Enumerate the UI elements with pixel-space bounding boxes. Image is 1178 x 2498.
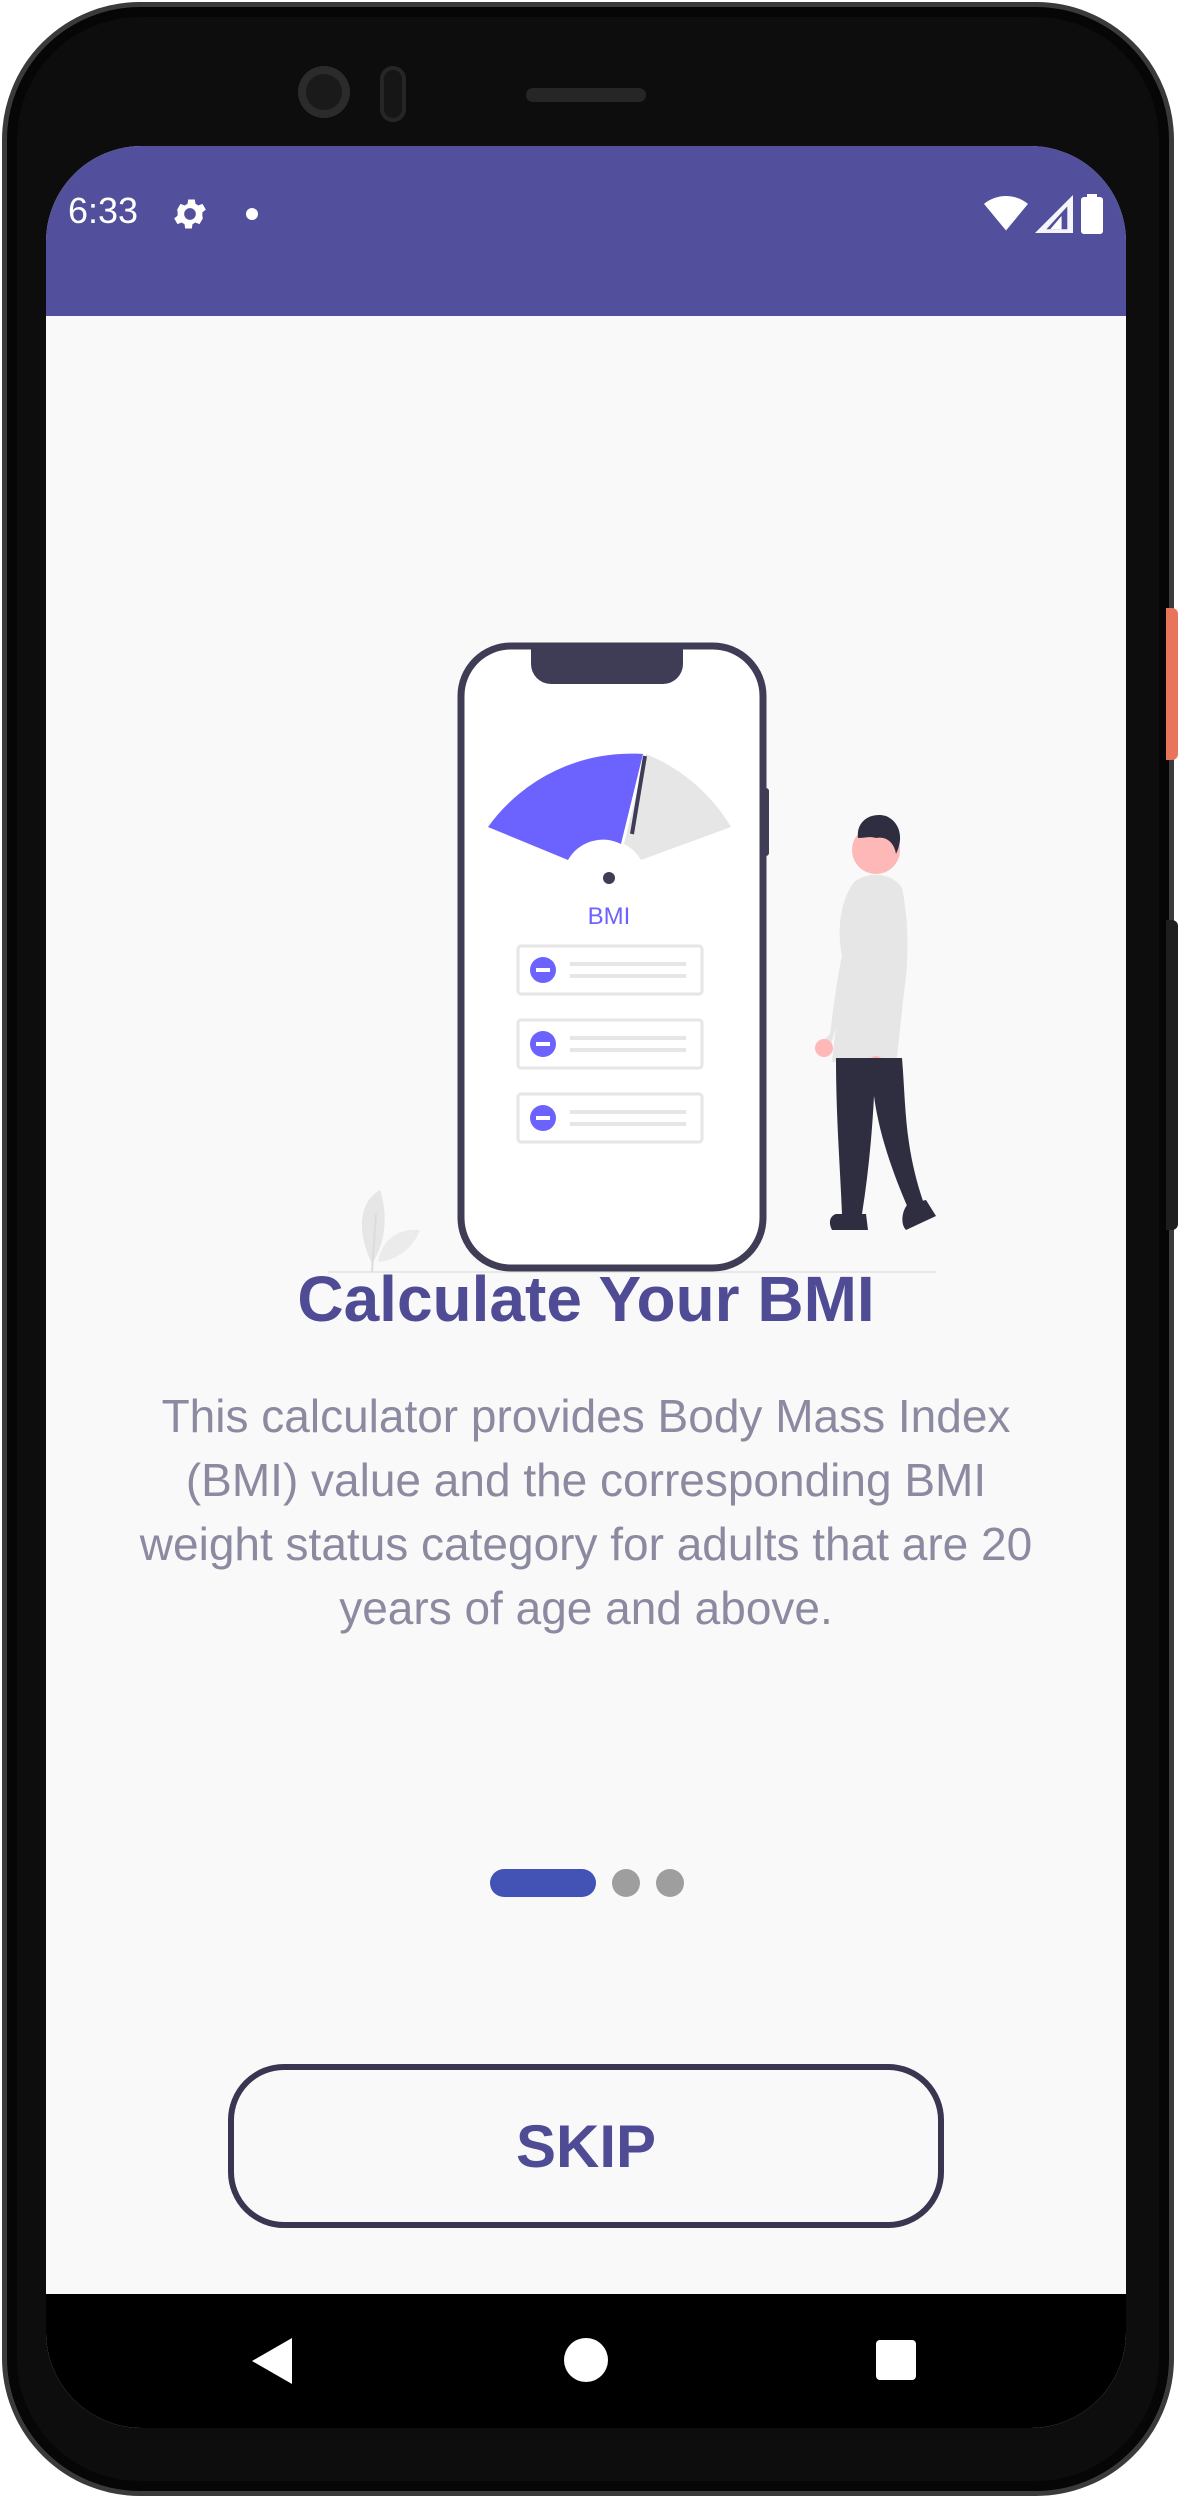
status-icons: [984, 194, 1104, 234]
recents-icon[interactable]: [876, 2340, 916, 2380]
battery-icon: [1081, 194, 1103, 234]
back-icon[interactable]: [252, 2338, 292, 2384]
app-screen: 6:33 BMI Calculate Your BMI This calcula…: [46, 146, 1126, 2428]
status-bar: 6:33: [46, 146, 1126, 316]
home-icon[interactable]: [564, 2338, 608, 2382]
volume-button: [1166, 920, 1178, 1230]
front-camera: [298, 66, 350, 118]
page-indicator: [490, 1868, 684, 1898]
onboarding-title: Calculate Your BMI: [297, 1263, 875, 1335]
bmi-illustration: BMI: [328, 642, 936, 1273]
person-illustration: [815, 814, 936, 1230]
navigation-bar: [46, 2294, 1126, 2428]
proximity-sensor: [380, 66, 406, 122]
plant-decoration: [361, 1190, 420, 1273]
phone-illustration: BMI: [457, 642, 769, 1272]
notification-dot-icon: [246, 208, 258, 220]
skip-button[interactable]: SKIP: [228, 2064, 944, 2228]
settings-gear-icon: [174, 199, 206, 229]
page-indicator-dot[interactable]: [656, 1869, 684, 1897]
page-indicator-dot[interactable]: [612, 1869, 640, 1897]
earpiece-speaker: [526, 88, 646, 102]
status-time: 6:33: [68, 190, 139, 231]
wifi-icon: [984, 196, 1028, 231]
onboarding-description: This calculator provides Body Mass Index…: [139, 1390, 1033, 1634]
gauge-label: BMI: [588, 903, 631, 930]
cell-signal-icon: [1035, 195, 1073, 233]
power-button: [1166, 608, 1178, 760]
page-indicator-active[interactable]: [490, 1869, 596, 1897]
result-row: [516, 1018, 704, 1070]
result-row: [516, 1092, 704, 1144]
result-row: [516, 944, 704, 996]
